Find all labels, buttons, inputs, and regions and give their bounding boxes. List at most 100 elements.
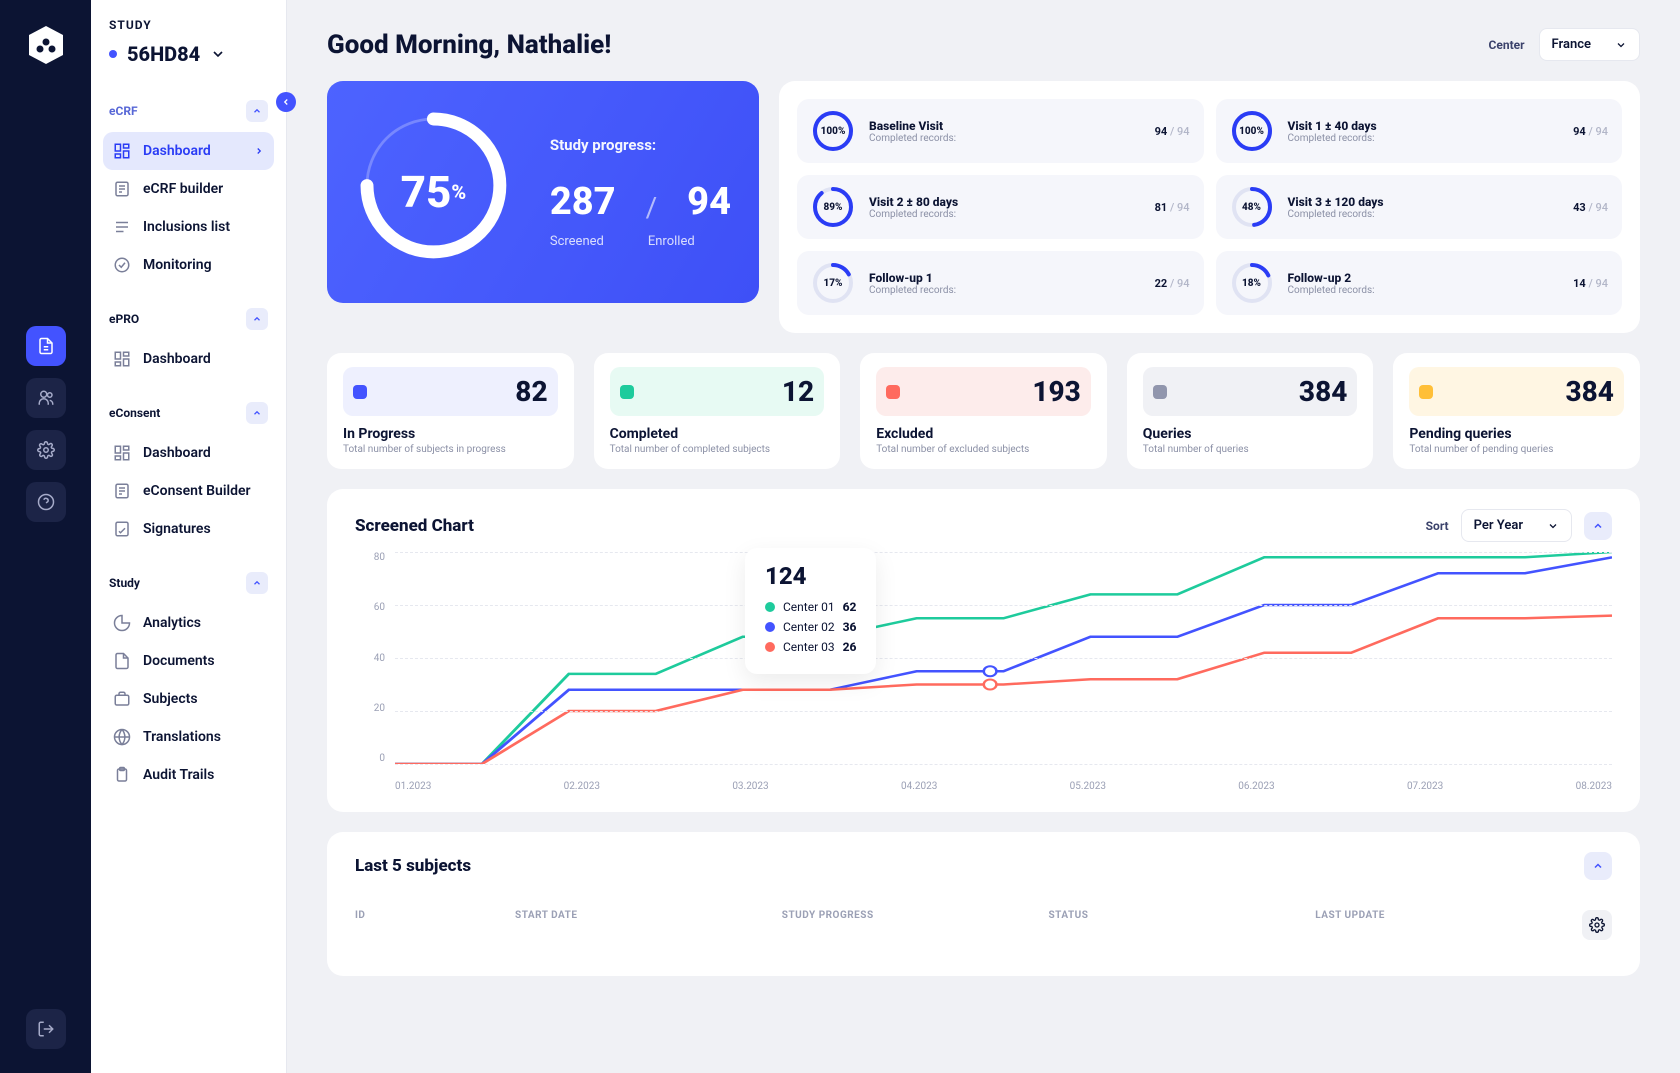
kpi-name: Pending queries [1409, 426, 1624, 442]
visit-title: Visit 3 ± 120 days [1288, 195, 1560, 209]
nav-item-label: Dashboard [143, 351, 211, 367]
x-tick: 06.2023 [1238, 781, 1274, 792]
screened-label: Screened [550, 234, 604, 249]
kpi-name: Completed [610, 426, 825, 442]
legend-name: Center 02 [783, 620, 835, 634]
col-status: STATUS [1049, 910, 1316, 940]
visit-card[interactable]: 48%Visit 3 ± 120 daysCompleted records:4… [1216, 175, 1623, 239]
kpi-value: 12 [782, 375, 814, 408]
visit-card[interactable]: 100%Visit 1 ± 40 daysCompleted records:9… [1216, 99, 1623, 163]
chevron-up-icon [246, 572, 268, 594]
visit-progress-ring: 100% [1230, 109, 1274, 153]
sidebar-item-analytics[interactable]: Analytics [103, 604, 274, 642]
legend-value: 62 [843, 600, 857, 614]
y-tick: 60 [355, 602, 385, 613]
legend-row: Center 0236 [765, 620, 856, 634]
nav-item-label: Subjects [143, 691, 198, 707]
sidebar-item-subjects[interactable]: Subjects [103, 680, 274, 718]
chevron-up-icon [246, 308, 268, 330]
sidebar-item-econsent-builder[interactable]: eConsent Builder [103, 472, 274, 510]
sidebar-item-dashboard[interactable]: Dashboard [103, 434, 274, 472]
sort-value: Per Year [1474, 518, 1523, 533]
rail-users[interactable] [26, 378, 66, 418]
dashboard-icon [113, 444, 131, 462]
kpi-card-in-progress[interactable]: 82In ProgressTotal number of subjects in… [327, 353, 574, 469]
visit-card[interactable]: 17%Follow-up 1Completed records:22 / 94 [797, 251, 1204, 315]
study-code: 56HD84 [127, 42, 200, 66]
sort-dropdown[interactable]: Per Year [1461, 509, 1572, 542]
sidebar-item-audit-trails[interactable]: Audit Trails [103, 756, 274, 794]
study-selector[interactable]: 56HD84 [109, 42, 268, 66]
visit-card[interactable]: 100%Baseline VisitCompleted records:94 /… [797, 99, 1204, 163]
app-logo [25, 24, 67, 66]
visit-count: 22 / 94 [1155, 277, 1190, 290]
sidebar-item-dashboard[interactable]: Dashboard [103, 132, 274, 170]
kpi-color-swatch [620, 385, 634, 399]
enrolled-label: Enrolled [648, 234, 695, 249]
visit-progress-ring: 18% [1230, 261, 1274, 305]
collapse-sidebar-button[interactable] [276, 92, 296, 112]
kpi-color-swatch [1419, 385, 1433, 399]
screened-chart-card: Screened Chart Sort Per Year 806040200 [327, 489, 1640, 812]
nav-section-econsent[interactable]: eConsent [103, 392, 274, 434]
kpi-card-pending-queries[interactable]: 384Pending queriesTotal number of pendin… [1393, 353, 1640, 469]
visit-title: Visit 1 ± 40 days [1288, 119, 1560, 133]
rail-help[interactable] [26, 482, 66, 522]
main-content: Good Morning, Nathalie! Center France 75… [287, 0, 1680, 1073]
sidebar-item-documents[interactable]: Documents [103, 642, 274, 680]
nav-item-label: Dashboard [143, 445, 211, 461]
visit-count: 94 / 94 [1155, 125, 1190, 138]
sidebar-item-inclusions-list[interactable]: Inclusions list [103, 208, 274, 246]
subjects-collapse-button[interactable] [1584, 852, 1612, 880]
visit-count: 94 / 94 [1573, 125, 1608, 138]
kpi-desc: Total number of pending queries [1409, 444, 1624, 455]
sidebar-item-monitoring[interactable]: Monitoring [103, 246, 274, 284]
center-dropdown[interactable]: France [1539, 28, 1640, 61]
nav-section-ecrf[interactable]: eCRF [103, 90, 274, 132]
rail-logout[interactable] [26, 1009, 66, 1049]
kpi-card-excluded[interactable]: 193ExcludedTotal number of excluded subj… [860, 353, 1107, 469]
kpi-card-queries[interactable]: 384QueriesTotal number of queries [1127, 353, 1374, 469]
visit-progress-ring: 48% [1230, 185, 1274, 229]
chart-plot: 806040200 01.202302.202303.202304.202305… [355, 552, 1612, 792]
kpi-desc: Total number of excluded subjects [876, 444, 1091, 455]
rail-settings[interactable] [26, 430, 66, 470]
nav-section-label: eCRF [109, 104, 138, 118]
sidebar-item-dashboard[interactable]: Dashboard [103, 340, 274, 378]
legend-name: Center 03 [783, 640, 835, 654]
kpi-card-completed[interactable]: 12CompletedTotal number of completed sub… [594, 353, 841, 469]
rail-documents[interactable] [26, 326, 66, 366]
nav-item-label: Documents [143, 653, 215, 669]
visit-subtitle: Completed records: [869, 285, 1141, 296]
x-tick: 02.2023 [564, 781, 600, 792]
nav-item-label: eCRF builder [143, 181, 223, 197]
visit-card[interactable]: 89%Visit 2 ± 80 daysCompleted records:81… [797, 175, 1204, 239]
x-tick: 04.2023 [901, 781, 937, 792]
nav-section-study[interactable]: Study [103, 562, 274, 604]
chart-title: Screened Chart [355, 516, 474, 536]
chart-tooltip: 124 Center 0162Center 0236Center 0326 [745, 548, 876, 674]
center-label: Center [1489, 38, 1525, 52]
col-last: LAST UPDATE [1315, 910, 1582, 940]
chevron-down-icon [210, 46, 226, 62]
subjects-icon [113, 690, 131, 708]
sidebar-item-ecrf-builder[interactable]: eCRF builder [103, 170, 274, 208]
visit-card[interactable]: 18%Follow-up 2Completed records:14 / 94 [1216, 251, 1623, 315]
col-id: ID [355, 910, 515, 940]
subjects-card: Last 5 subjects ID START DATE STUDY PROG… [327, 832, 1640, 976]
col-progress: STUDY PROGRESS [782, 910, 1049, 940]
visit-subtitle: Completed records: [1288, 285, 1560, 296]
study-status-dot [109, 50, 117, 58]
visit-title: Visit 2 ± 80 days [869, 195, 1141, 209]
nav-section-epro[interactable]: ePRO [103, 298, 274, 340]
chart-collapse-button[interactable] [1584, 512, 1612, 540]
table-settings-button[interactable] [1582, 910, 1612, 940]
sidebar-item-translations[interactable]: Translations [103, 718, 274, 756]
nav-rail [0, 0, 91, 1073]
kpi-desc: Total number of subjects in progress [343, 444, 558, 455]
study-label: STUDY [109, 18, 268, 32]
screened-value: 287 [550, 180, 616, 224]
y-tick: 0 [355, 753, 385, 764]
visit-title: Follow-up 1 [869, 271, 1141, 285]
sidebar-item-signatures[interactable]: Signatures [103, 510, 274, 548]
